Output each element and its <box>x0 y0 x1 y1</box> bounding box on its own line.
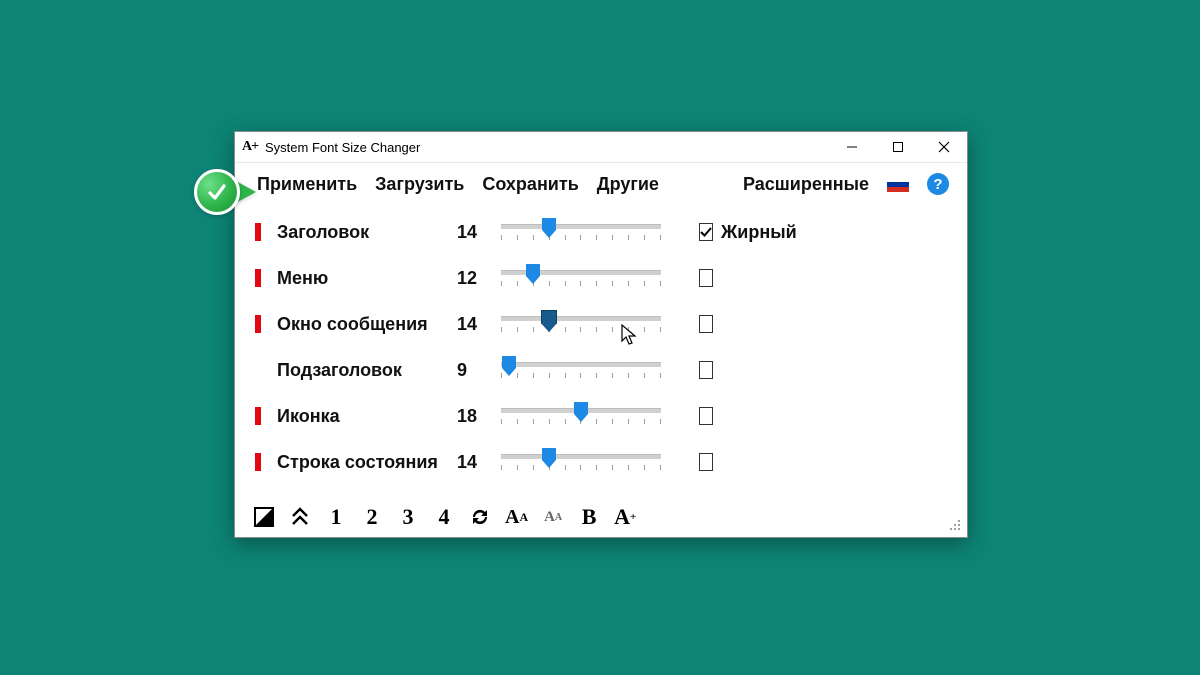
refresh-icon[interactable] <box>469 503 491 531</box>
setting-value: 9 <box>457 360 501 381</box>
font-size-large-icon[interactable]: AA <box>505 503 528 531</box>
bold-checkbox[interactable] <box>699 223 713 241</box>
checkmark-icon <box>194 169 240 215</box>
setting-label: Иконка <box>277 406 457 427</box>
menu-apply[interactable]: Применить <box>257 174 357 195</box>
font-size-slider[interactable] <box>501 355 661 385</box>
minimize-button[interactable] <box>829 132 875 162</box>
language-flag-icon[interactable] <box>887 177 909 192</box>
font-size-slider[interactable] <box>501 447 661 477</box>
setting-label: Меню <box>277 268 457 289</box>
bold-label: Жирный <box>721 222 797 243</box>
setting-label: Подзаголовок <box>277 360 457 381</box>
settings-list: Заголовок14ЖирныйМеню12Окно сообщения14П… <box>235 201 967 485</box>
menu-save[interactable]: Сохранить <box>482 174 578 195</box>
setting-value: 14 <box>457 314 501 335</box>
bottom-toolbar: 1 2 3 4 AA AA B A+ <box>235 497 967 537</box>
font-size-slider[interactable] <box>501 263 661 293</box>
preset-2-button[interactable]: 2 <box>361 503 383 531</box>
font-size-small-icon[interactable]: AA <box>542 503 564 531</box>
window-controls <box>829 132 967 162</box>
help-icon[interactable]: ? <box>927 173 949 195</box>
bold-icon[interactable]: B <box>578 503 600 531</box>
resize-grip-icon[interactable] <box>948 518 962 532</box>
menu-other[interactable]: Другие <box>597 174 659 195</box>
maximize-button[interactable] <box>875 132 921 162</box>
setting-row: Окно сообщения14 <box>255 301 947 347</box>
setting-value: 12 <box>457 268 501 289</box>
preset-1-button[interactable]: 1 <box>325 503 347 531</box>
changed-marker <box>255 269 261 287</box>
menu-advanced[interactable]: Расширенные <box>743 174 869 195</box>
font-size-slider[interactable] <box>501 309 661 339</box>
app-window: A+ System Font Size Changer Применить За… <box>234 131 968 538</box>
contrast-icon[interactable] <box>253 503 275 531</box>
setting-label: Строка состояния <box>277 452 457 473</box>
increase-font-icon[interactable]: A+ <box>614 503 636 531</box>
menu-bar: Применить Загрузить Сохранить Другие Рас… <box>235 163 967 201</box>
preset-4-button[interactable]: 4 <box>433 503 455 531</box>
setting-row: Подзаголовок9 <box>255 347 947 393</box>
setting-row: Иконка18 <box>255 393 947 439</box>
changed-marker <box>255 361 261 379</box>
bold-checkbox[interactable] <box>699 407 713 425</box>
setting-row: Строка состояния14 <box>255 439 947 485</box>
menu-load[interactable]: Загрузить <box>375 174 464 195</box>
setting-label: Заголовок <box>277 222 457 243</box>
changed-marker <box>255 223 261 241</box>
setting-label: Окно сообщения <box>277 314 457 335</box>
setting-value: 18 <box>457 406 501 427</box>
app-icon: A+ <box>235 139 265 155</box>
bold-checkbox[interactable] <box>699 361 713 379</box>
close-button[interactable] <box>921 132 967 162</box>
bold-checkbox[interactable] <box>699 315 713 333</box>
window-title: System Font Size Changer <box>265 140 829 155</box>
setting-row: Меню12 <box>255 255 947 301</box>
preset-3-button[interactable]: 3 <box>397 503 419 531</box>
bold-checkbox[interactable] <box>699 269 713 287</box>
setting-value: 14 <box>457 222 501 243</box>
changed-marker <box>255 453 261 471</box>
chevron-up-icon[interactable] <box>289 503 311 531</box>
changed-marker <box>255 315 261 333</box>
bold-checkbox[interactable] <box>699 453 713 471</box>
changed-marker <box>255 407 261 425</box>
setting-value: 14 <box>457 452 501 473</box>
title-bar: A+ System Font Size Changer <box>235 132 967 163</box>
font-size-slider[interactable] <box>501 401 661 431</box>
setting-row: Заголовок14 Жирный <box>255 209 947 255</box>
font-size-slider[interactable] <box>501 217 661 247</box>
